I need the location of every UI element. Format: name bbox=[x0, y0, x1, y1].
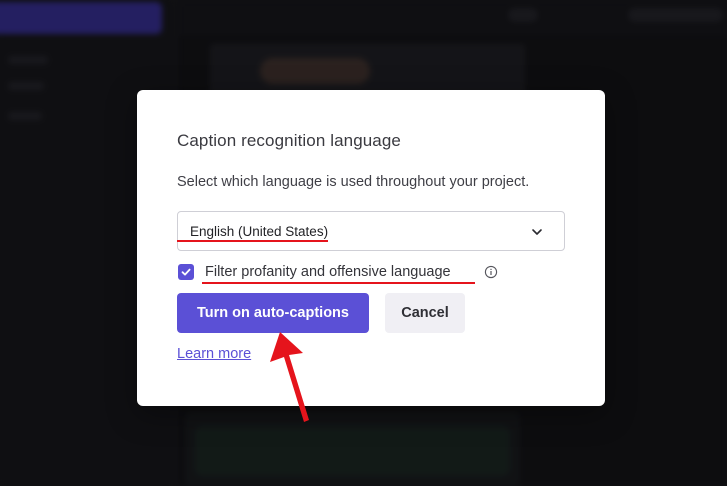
turn-on-auto-captions-button[interactable]: Turn on auto-captions bbox=[177, 293, 369, 333]
checkmark-icon bbox=[181, 268, 191, 276]
caption-language-dialog: Caption recognition language Select whic… bbox=[137, 90, 605, 406]
language-select-value: English (United States) bbox=[190, 224, 329, 239]
dialog-title: Caption recognition language bbox=[177, 131, 401, 150]
language-select[interactable]: English (United States) bbox=[177, 211, 565, 251]
filter-profanity-label[interactable]: Filter profanity and offensive language bbox=[205, 264, 451, 280]
cancel-button[interactable]: Cancel bbox=[385, 293, 465, 333]
annotation-arrow-icon bbox=[270, 332, 309, 422]
annotation-underline-filter bbox=[202, 282, 475, 284]
learn-more-link[interactable]: Learn more bbox=[177, 346, 251, 362]
annotation-underline-language bbox=[177, 240, 328, 242]
filter-profanity-row: Filter profanity and offensive language bbox=[178, 264, 558, 284]
info-icon[interactable] bbox=[484, 265, 498, 279]
chevron-down-icon bbox=[532, 229, 542, 235]
dialog-description: Select which language is used throughout… bbox=[177, 174, 530, 190]
filter-profanity-checkbox[interactable] bbox=[178, 264, 194, 280]
